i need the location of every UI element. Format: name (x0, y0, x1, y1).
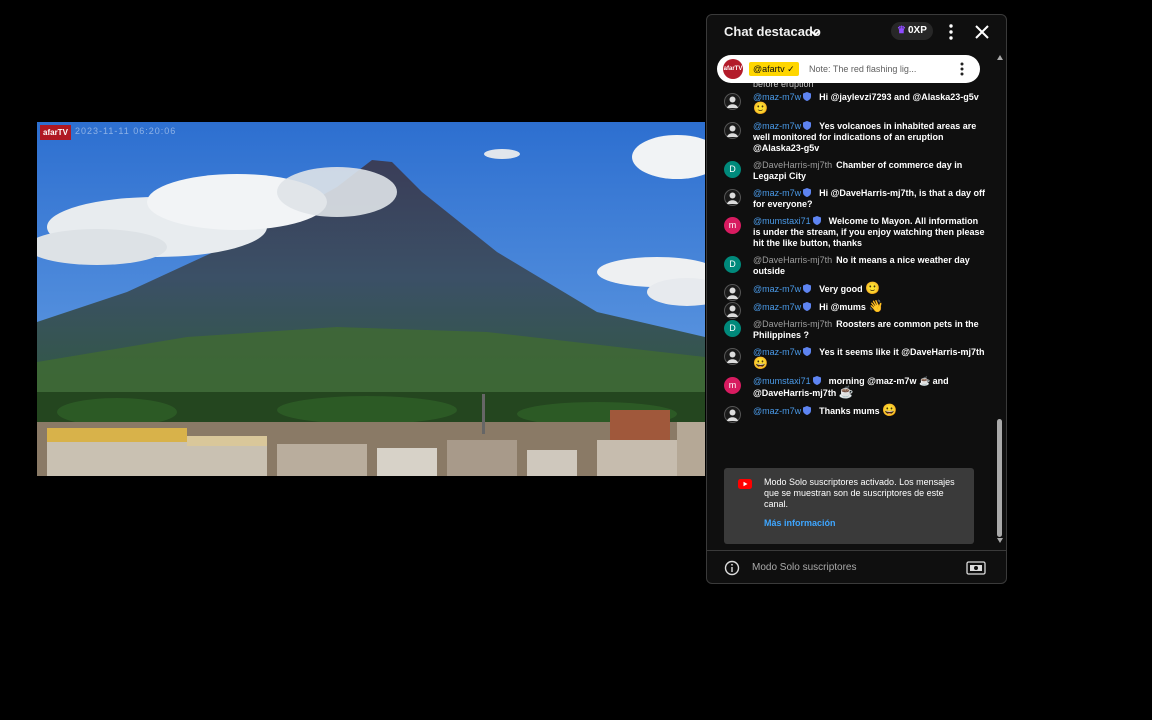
chat-message[interactable]: @maz-m7w Hi @DaveHarris-mj7th, is that a … (707, 185, 995, 213)
emoji: ☕ (838, 385, 854, 399)
chat-message[interactable]: D @DaveHarris-mj7th No it means a nice wea… (707, 252, 995, 280)
close-icon[interactable] (973, 23, 991, 41)
chat-message[interactable]: @maz-m7w Hi @jaylevzi7293 and @Alaska23-g… (707, 89, 995, 118)
video-player[interactable]: afarTV 2023-11-11 06:20:06 (37, 122, 705, 476)
chat-message[interactable]: D @DaveHarris-mj7th Chamber of commerce da… (707, 157, 995, 185)
chat-header: Chat destacado ♛ 0XP (707, 15, 1006, 49)
chat-message[interactable]: D @DaveHarris-mj7th Roosters are common pe… (707, 316, 995, 344)
pinned-author: @afartv ✓ (749, 62, 799, 76)
subscribers-only-label: Modo Solo suscriptores (752, 562, 857, 573)
avatar[interactable]: m (724, 377, 741, 394)
crown-icon: ♛ (897, 25, 906, 36)
message-author[interactable]: @DaveHarris-mj7th (753, 255, 832, 265)
message-author[interactable]: @DaveHarris-mj7th (753, 160, 832, 170)
youtube-icon (738, 479, 752, 489)
moderator-shield-icon (803, 284, 812, 293)
channel-logo: afarTV (40, 125, 71, 140)
video-timestamp-overlay: 2023-11-11 06:20:06 (75, 126, 177, 136)
chat-message[interactable]: m @mumstaxi71 morning @maz-m7w ☕ and @Dave… (707, 373, 995, 402)
pinned-message[interactable]: afarTV @afartv ✓ Note: The red flashing … (717, 55, 980, 83)
more-info-link[interactable]: Más información (764, 518, 836, 528)
info-icon[interactable] (724, 560, 740, 576)
emoji: 🙂 (753, 101, 768, 115)
message-author[interactable]: @maz-m7w (753, 284, 801, 294)
avatar[interactable] (724, 406, 741, 423)
notice-text: Modo Solo suscriptores activado. Los men… (764, 477, 955, 509)
moderator-shield-icon (812, 216, 821, 225)
moderator-shield-icon (803, 121, 812, 130)
xp-value: 0XP (907, 25, 927, 36)
live-chat-panel: Chat destacado ♛ 0XP before eruption @maz… (706, 14, 1007, 584)
avatar[interactable] (724, 189, 741, 206)
emoji: 👋 (868, 299, 884, 313)
avatar[interactable]: m (724, 217, 741, 234)
message-text: Hi @jaylevzi7293 and @Alaska23-g5v (819, 92, 979, 102)
chat-mode-title[interactable]: Chat destacado (724, 24, 821, 39)
moderator-shield-icon (803, 302, 812, 311)
volcano-scene (37, 122, 705, 476)
avatar[interactable]: D (724, 256, 741, 273)
message-text: Yes it seems like it @DaveHarris-mj7th (819, 347, 985, 357)
chat-message-list: @maz-m7w Hi @jaylevzi7293 and @Alaska23-g… (707, 89, 995, 423)
moderator-shield-icon (803, 188, 812, 197)
moderator-shield-icon (803, 92, 812, 101)
chevron-down-icon[interactable] (809, 27, 821, 39)
avatar[interactable]: D (724, 320, 741, 337)
chat-message[interactable]: m @mumstaxi71 Welcome to Mayon. All inform… (707, 213, 995, 252)
scroll-up-arrow-icon[interactable] (997, 55, 1003, 60)
pinned-text: Note: The red flashing lig... (809, 64, 917, 74)
more-vert-icon[interactable] (943, 22, 959, 42)
subscribers-mode-notice: Modo Solo suscriptores activado. Los men… (724, 468, 974, 544)
message-text: Very good (819, 284, 863, 294)
chat-message[interactable]: @maz-m7w Thanks mums 😀 (707, 402, 995, 423)
moderator-shield-icon (812, 376, 821, 385)
avatar: afarTV (723, 59, 743, 79)
chat-message[interactable]: @maz-m7w Yes it seems like it @DaveHarris… (707, 344, 995, 373)
chat-message[interactable]: @maz-m7w Hi @mums 👋 (707, 298, 995, 319)
chat-footer: Modo Solo suscriptores (707, 550, 1006, 583)
scrollbar-thumb[interactable] (997, 419, 1002, 537)
emoji: 😀 (882, 403, 898, 417)
chat-message[interactable]: @maz-m7w Very good 🙂 (707, 280, 995, 301)
emoji: 🙂 (865, 281, 881, 295)
moderator-shield-icon (803, 406, 812, 415)
super-chat-icon[interactable] (966, 561, 986, 575)
message-author[interactable]: @maz-m7w (753, 121, 801, 131)
xp-badge[interactable]: ♛ 0XP (891, 22, 933, 40)
message-author[interactable]: @DaveHarris-mj7th (753, 319, 832, 329)
message-author[interactable]: @maz-m7w (753, 188, 801, 198)
moderator-shield-icon (803, 347, 812, 356)
avatar[interactable]: D (724, 161, 741, 178)
scroll-down-arrow-icon[interactable] (997, 538, 1003, 543)
message-author[interactable]: @maz-m7w (753, 406, 801, 416)
avatar[interactable] (724, 348, 741, 365)
message-author[interactable]: @mumstaxi71 (753, 376, 811, 386)
message-text: Hi @mums (819, 302, 866, 312)
chat-message[interactable]: @maz-m7w Yes volcanoes in inhabited areas… (707, 118, 995, 157)
message-author[interactable]: @mumstaxi71 (753, 216, 811, 226)
avatar[interactable] (724, 93, 741, 110)
message-author[interactable]: @maz-m7w (753, 302, 801, 312)
more-vert-icon[interactable] (957, 61, 967, 77)
emoji: 😀 (753, 356, 768, 370)
avatar[interactable] (724, 122, 741, 139)
message-text: Thanks mums (819, 406, 880, 416)
